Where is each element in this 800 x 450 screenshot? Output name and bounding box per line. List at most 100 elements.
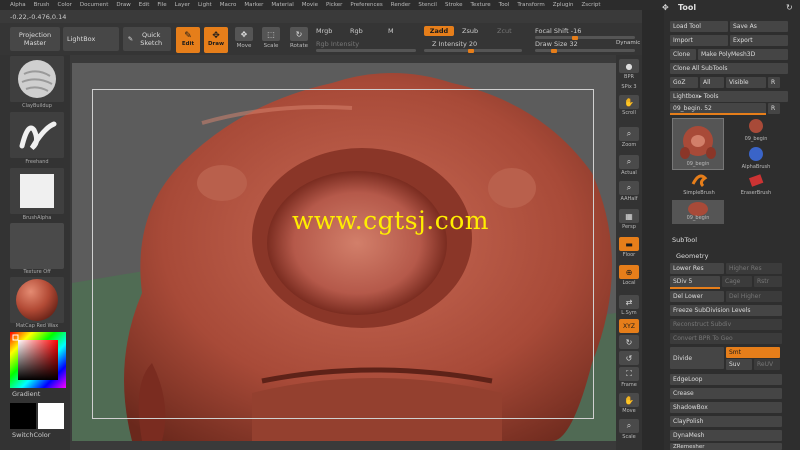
menu-draw[interactable]: Draw [116,2,130,8]
make-polymesh-button[interactable]: Make PolyMesh3D [698,49,788,60]
rgb-intensity-slider[interactable]: Rgb Intensity [316,40,359,48]
menu-zscript[interactable]: Zscript [581,2,600,8]
visible-button[interactable]: Visible [726,77,766,88]
projection-master-button[interactable]: Projection Master [10,27,60,51]
primary-color-swatch[interactable] [38,403,64,429]
higher-res-button[interactable]: Higher Res [726,263,782,274]
xyz-button[interactable]: XYZ [618,319,640,333]
palette-close-icon[interactable]: ↻ [786,3,793,12]
save-as-button[interactable]: Save As [730,21,788,32]
menu-layer[interactable]: Layer [175,2,190,8]
menu-picker[interactable]: Picker [326,2,342,8]
stroke-thumbnail[interactable] [10,112,64,158]
menu-tool[interactable]: Tool [499,2,510,8]
switch-color-button[interactable]: SwitchColor [12,431,50,439]
export-button[interactable]: Export [730,35,788,46]
rotate-z-button[interactable]: ↺ [618,351,640,365]
lightbox-tools-button[interactable]: Lightbox▸ Tools [670,91,788,102]
goz-button[interactable]: GoZ [670,77,698,88]
rstr-button[interactable]: Rstr [754,276,782,287]
spix-slider[interactable]: SPix 3 [618,83,640,90]
focal-shift-track[interactable] [535,36,635,39]
menu-stencil[interactable]: Stencil [418,2,437,8]
reconstruct-subdiv-button[interactable]: Reconstruct Subdiv [670,319,782,330]
menu-color[interactable]: Color [58,2,72,8]
divide-button[interactable]: Divide [670,347,724,369]
document-canvas[interactable]: www.cgtsj.com [72,63,616,441]
rgb-toggle[interactable]: Rgb [350,27,363,35]
rotate-y-button[interactable]: ↻ [618,335,640,349]
scroll-button[interactable]: ✋ Scroll [618,95,640,116]
geometry-section[interactable]: Geometry [676,252,708,260]
crease-section[interactable]: Crease [670,388,782,399]
floor-button[interactable]: ▬ Floor [618,237,640,258]
draw-size-slider[interactable]: Draw Size 32 [535,40,578,48]
dynamic-toggle[interactable]: Dynamic [616,40,640,46]
load-tool-button[interactable]: Load Tool [670,21,728,32]
menu-edit[interactable]: Edit [139,2,150,8]
bpr-button[interactable]: ● BPR [618,59,640,80]
rotate-icon[interactable]: ↻ [290,27,308,41]
menu-alpha[interactable]: Alpha [10,2,26,8]
suv-toggle[interactable]: Suv [726,359,752,370]
tool-thumb-2[interactable]: 09_begin [730,118,782,142]
claypolish-section[interactable]: ClayPolish [670,416,782,427]
tool-r-button[interactable]: R [768,103,780,114]
menu-file[interactable]: File [157,2,166,8]
cage-button[interactable]: Cage [722,276,752,287]
zremesher-section[interactable]: ZRemesher [670,443,782,450]
convert-bpr-button[interactable]: Convert BPR To Geo [670,333,782,344]
z-intensity-slider[interactable]: Z Intensity 20 [432,40,477,48]
all-button[interactable]: All [700,77,724,88]
focal-shift-knob[interactable] [572,35,578,40]
menu-brush[interactable]: Brush [34,2,50,8]
texture-thumbnail[interactable] [10,223,64,269]
rgb-intensity-track[interactable] [316,49,416,52]
edgeloop-section[interactable]: EdgeLoop [670,374,782,385]
clone-button[interactable]: Clone [670,49,696,60]
menu-macro[interactable]: Macro [220,2,237,8]
zadd-button[interactable]: Zadd [424,26,454,36]
draw-size-knob[interactable] [551,48,557,53]
lightbox-button[interactable]: LightBox [63,27,119,51]
focal-shift-slider[interactable]: Focal Shift -16 [535,27,581,35]
move-icon[interactable]: ✥ [235,27,253,41]
lsym-button[interactable]: ⇄ L.Sym [618,295,640,316]
menu-light[interactable]: Light [198,2,212,8]
menu-transform[interactable]: Transform [517,2,544,8]
palette-handle-icon[interactable]: ✥ [662,3,669,12]
m-toggle[interactable]: M [388,27,394,35]
menu-marker[interactable]: Marker [244,2,263,8]
scale-view-button[interactable]: ⌕ Scale [618,419,640,440]
tool-thumb-4[interactable]: SimpleBrush [674,172,724,196]
material-thumbnail[interactable] [10,277,64,323]
tool-thumb-3[interactable]: AlphaBrush [730,146,782,170]
aahalf-button[interactable]: ⌕ AAHalf [618,181,640,202]
subtool-section[interactable]: SubTool [672,236,697,244]
freeze-subdivision-button[interactable]: Freeze SubDivision Levels [670,305,782,316]
del-lower-button[interactable]: Del Lower [670,291,724,302]
smt-toggle[interactable]: Smt [726,347,780,358]
import-button[interactable]: Import [670,35,728,46]
shadowbox-section[interactable]: ShadowBox [670,402,782,413]
menu-texture[interactable]: Texture [471,2,491,8]
goz-r-button[interactable]: R [768,77,780,88]
menu-movie[interactable]: Movie [302,2,318,8]
edit-button[interactable]: ✎ Edit [176,27,200,53]
z-intensity-knob[interactable] [468,48,474,53]
tool-thumb-6[interactable]: 09_begin [672,200,724,224]
persp-button[interactable]: ▦ Persp [618,209,640,230]
draw-size-track[interactable] [535,49,635,52]
scale-icon[interactable]: ⬚ [262,27,280,41]
move-view-button[interactable]: ✋ Move [618,393,640,414]
menu-render[interactable]: Render [391,2,411,8]
menu-zplugin[interactable]: Zplugin [553,2,574,8]
sdiv-slider[interactable]: SDiv 5 [670,276,720,287]
tool-thumb-main[interactable]: 09_begin [672,118,724,170]
quick-sketch-button[interactable]: ✎ Quick Sketch [123,27,171,51]
reuv-button[interactable]: ReUV [754,359,780,370]
mrgb-toggle[interactable]: Mrgb [316,27,332,35]
local-button[interactable]: ⊕ Local [618,265,640,286]
menu-preferences[interactable]: Preferences [350,2,382,8]
tray-scroll-strip[interactable] [642,10,664,450]
